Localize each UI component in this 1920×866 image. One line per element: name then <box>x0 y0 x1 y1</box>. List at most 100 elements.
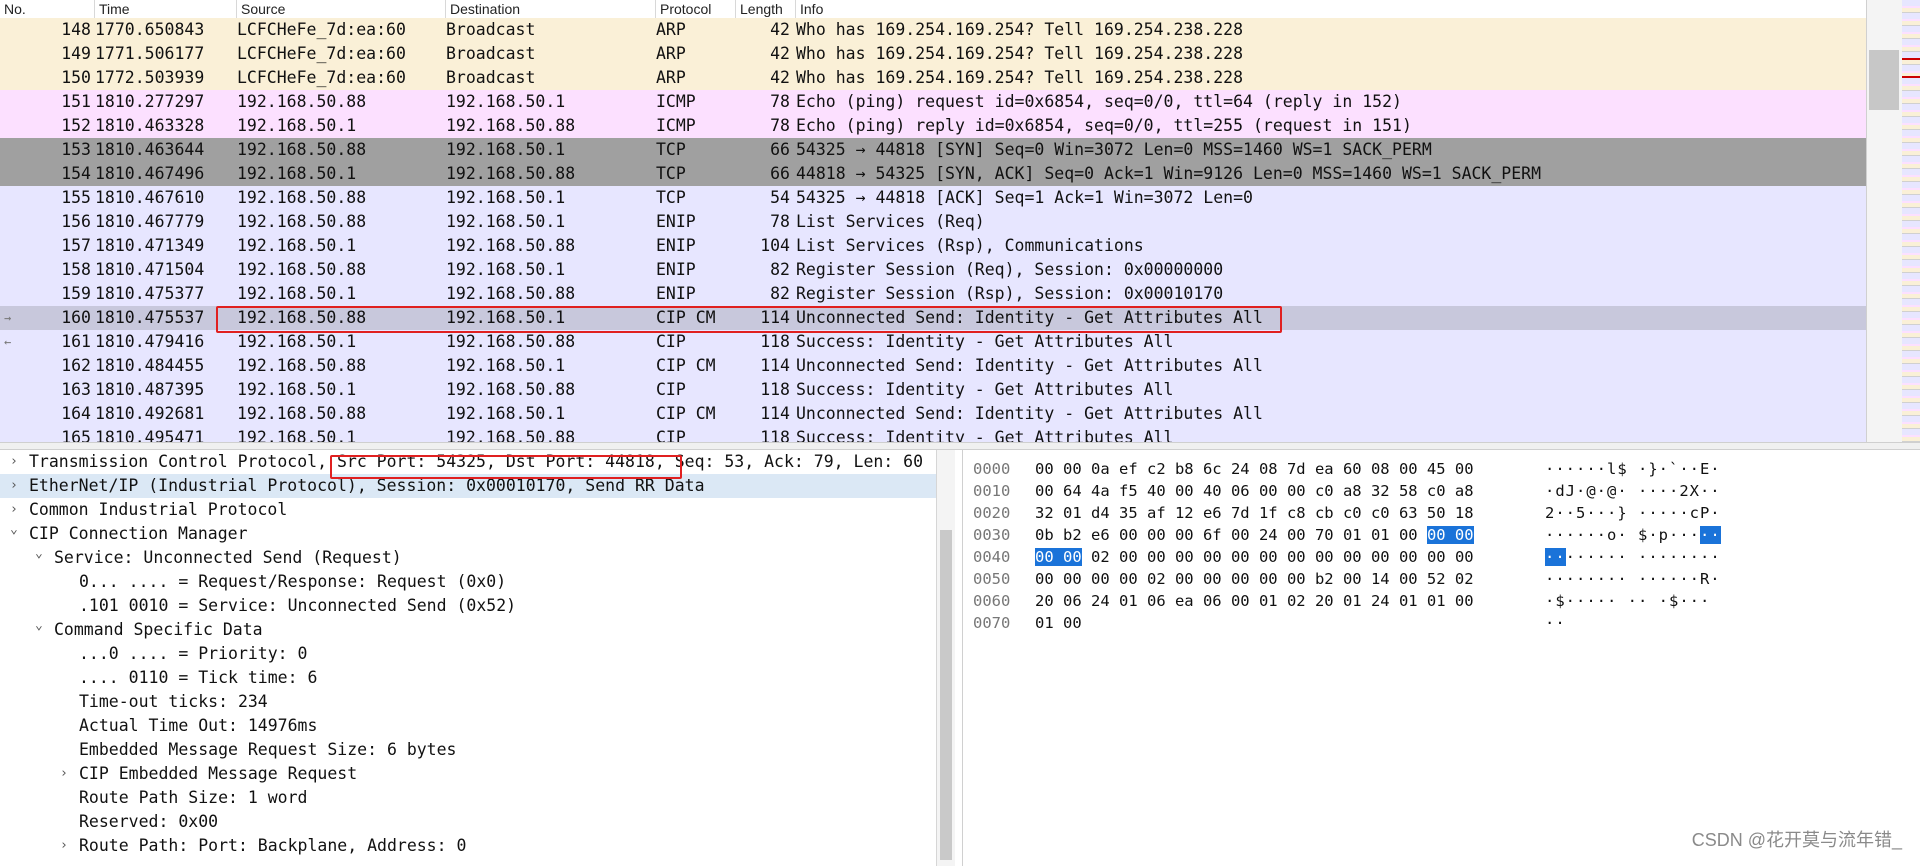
packet-row[interactable]: 152 1810.463328 192.168.50.1 192.168.50.88 I… <box>0 114 1866 138</box>
detail-row[interactable]: Embedded Message Request Size: 6 bytes <box>0 738 936 762</box>
packet-row[interactable]: 149 1771.506177 LCFCHeFe_7d:ea:60 Broadcast… <box>0 42 1866 66</box>
hex-ascii[interactable]: ·dJ·@·@· ····2X·· <box>1545 480 1721 502</box>
detail-row[interactable]: ...0 .... = Priority: 0 <box>0 642 936 666</box>
expand-arrow-icon[interactable]: ⌄ <box>35 542 43 566</box>
detail-row[interactable]: › Route Path: Port: Backplane, Address: 0 <box>0 834 936 858</box>
hex-ascii[interactable]: ······l$ ·}·`··E· <box>1545 458 1721 480</box>
detail-row[interactable]: Reserved: 0x00 <box>0 810 936 834</box>
packet-row[interactable]: 164 1810.492681 192.168.50.88 192.168.50.1 C… <box>0 402 1866 426</box>
packet-minimap[interactable] <box>1902 0 1920 442</box>
packet-row[interactable]: 157 1810.471349 192.168.50.1 192.168.50.88 E… <box>0 234 1866 258</box>
column-header-source[interactable]: Source <box>237 0 446 18</box>
hex-bytes[interactable]: 00 00 02 00 00 00 00 00 00 00 00 00 00 0… <box>1035 546 1474 568</box>
detail-text: CIP Embedded Message Request <box>79 764 358 783</box>
expand-arrow-icon[interactable]: ⌄ <box>35 614 43 638</box>
hex-selected-bytes[interactable]: 00 00 <box>1035 548 1082 566</box>
hex-ascii[interactable]: ········ ········ <box>1545 546 1721 568</box>
packet-destination: 192.168.50.1 <box>446 212 566 231</box>
hex-byte-text: 00 64 4a f5 40 00 40 06 00 00 c0 a8 32 5… <box>1035 482 1474 500</box>
scrollbar-thumb[interactable] <box>1869 50 1899 110</box>
ascii-selected[interactable]: ·· <box>1545 548 1566 566</box>
packet-list[interactable]: No. Time Source Destination Protocol Len… <box>0 0 1866 442</box>
packet-destination: 192.168.50.88 <box>446 236 576 255</box>
detail-text: Service: Unconnected Send (Request) <box>54 548 402 567</box>
detail-row[interactable]: .... 0110 = Tick time: 6 <box>0 666 936 690</box>
packet-no: 153 <box>61 140 91 159</box>
packet-bytes-pane[interactable]: 0000 00 00 0a ef c2 b8 6c 24 08 7d ea 60 … <box>962 450 1920 866</box>
packet-time: 1810.463644 <box>95 140 205 159</box>
packet-length: 54 <box>770 188 790 207</box>
hex-selected-bytes[interactable]: 00 00 <box>1426 526 1474 544</box>
column-header-no[interactable]: No. <box>0 0 95 18</box>
hex-ascii[interactable]: ······o· $·p····· <box>1545 524 1721 546</box>
packet-protocol: ARP <box>656 68 686 87</box>
detail-row[interactable]: ⌄ Command Specific Data <box>0 618 936 642</box>
packet-destination: Broadcast <box>446 20 536 39</box>
hex-bytes[interactable]: 00 00 0a ef c2 b8 6c 24 08 7d ea 60 08 0… <box>1035 458 1474 480</box>
hex-ascii[interactable]: ·· <box>1545 612 1566 634</box>
ascii-selected[interactable]: ·· <box>1699 526 1721 544</box>
collapse-arrow-icon[interactable]: › <box>10 474 18 498</box>
packet-row[interactable]: 153 1810.463644 192.168.50.88 192.168.50.1 T… <box>0 138 1866 162</box>
hex-bytes[interactable]: 00 00 00 00 02 00 00 00 00 00 b2 00 14 0… <box>1035 568 1474 590</box>
detail-row[interactable]: ⌄ CIP Connection Manager <box>0 522 936 546</box>
detail-row[interactable]: 0... .... = Request/Response: Request (0… <box>0 570 936 594</box>
packet-no: 162 <box>61 356 91 375</box>
detail-row[interactable]: Route Path Size: 1 word <box>0 786 936 810</box>
hex-ascii[interactable]: ·$····· ·· ·$··· <box>1545 590 1710 612</box>
detail-row[interactable]: ⌄ Service: Unconnected Send (Request) <box>0 546 936 570</box>
collapse-arrow-icon[interactable]: › <box>60 834 68 858</box>
packet-destination: 192.168.50.1 <box>446 260 566 279</box>
packet-row[interactable]: 165 1810.495471 192.168.50.1 192.168.50.88 C… <box>0 426 1866 442</box>
column-header-time[interactable]: Time <box>95 0 237 18</box>
packet-source: 192.168.50.1 <box>237 116 357 135</box>
detail-row[interactable]: › Common Industrial Protocol <box>0 498 936 522</box>
packet-row[interactable]: 162 1810.484455 192.168.50.88 192.168.50.1 C… <box>0 354 1866 378</box>
hex-ascii[interactable]: ········ ······R· <box>1545 568 1721 590</box>
packet-row[interactable]: 156 1810.467779 192.168.50.88 192.168.50.1 E… <box>0 210 1866 234</box>
detail-text: 0... .... = Request/Response: Request (0… <box>79 572 507 591</box>
hex-bytes[interactable]: 00 64 4a f5 40 00 40 06 00 00 c0 a8 32 5… <box>1035 480 1474 502</box>
detail-row[interactable]: .101 0010 = Service: Unconnected Send (0… <box>0 594 936 618</box>
packet-row[interactable]: 163 1810.487395 192.168.50.1 192.168.50.88 C… <box>0 378 1866 402</box>
hex-byte-text: 02 00 00 00 00 00 00 00 00 00 00 00 00 0… <box>1081 548 1474 566</box>
packet-time: 1810.475537 <box>95 308 205 327</box>
packet-no: 149 <box>61 44 91 63</box>
column-header-length[interactable]: Length <box>736 0 796 18</box>
packet-row[interactable]: 150 1772.503939 LCFCHeFe_7d:ea:60 Broadcast… <box>0 66 1866 90</box>
detail-row[interactable]: › CIP Embedded Message Request <box>0 762 936 786</box>
packet-source: LCFCHeFe_7d:ea:60 <box>237 20 406 39</box>
column-header-protocol[interactable]: Protocol <box>656 0 736 18</box>
hex-bytes[interactable]: 20 06 24 01 06 ea 06 00 01 02 20 01 24 0… <box>1035 590 1474 612</box>
scrollbar-thumb[interactable] <box>940 530 952 860</box>
hex-bytes[interactable]: 01 00 <box>1035 612 1082 634</box>
collapse-arrow-icon[interactable]: › <box>60 762 68 786</box>
hex-byte-text: 00 00 0a ef c2 b8 6c 24 08 7d ea 60 08 0… <box>1035 460 1474 478</box>
packet-length: 118 <box>760 380 790 399</box>
collapse-arrow-icon[interactable]: › <box>10 450 18 474</box>
pane-splitter[interactable] <box>0 442 1920 450</box>
packet-no: 159 <box>61 284 91 303</box>
packet-row[interactable]: 154 1810.467496 192.168.50.1 192.168.50.88 T… <box>0 162 1866 186</box>
packet-details-tree[interactable]: › Transmission Control Protocol, Src Port… <box>0 450 936 866</box>
packet-row[interactable]: 151 1810.277297 192.168.50.88 192.168.50.1 I… <box>0 90 1866 114</box>
detail-row[interactable]: Actual Time Out: 14976ms <box>0 714 936 738</box>
column-header-info[interactable]: Info <box>796 0 1866 18</box>
ascii-text: ·dJ·@·@· ····2X·· <box>1545 482 1721 500</box>
hex-bytes[interactable]: 0b b2 e6 00 00 00 6f 00 24 00 70 01 01 0… <box>1035 524 1474 546</box>
packet-row[interactable]: 159 1810.475377 192.168.50.1 192.168.50.88 E… <box>0 282 1866 306</box>
packet-list-scrollbar[interactable] <box>1866 0 1903 442</box>
hex-ascii[interactable]: 2··5···} ·····cP· <box>1545 502 1721 524</box>
detail-row[interactable]: Time-out ticks: 234 <box>0 690 936 714</box>
packet-destination: 192.168.50.88 <box>446 116 576 135</box>
packet-row[interactable]: 148 1770.650843 LCFCHeFe_7d:ea:60 Broadcast… <box>0 18 1866 42</box>
details-scrollbar[interactable] <box>936 450 955 866</box>
hex-bytes[interactable]: 32 01 d4 35 af 12 e6 7d 1f c8 cb c0 c0 6… <box>1035 502 1474 524</box>
detail-text: Common Industrial Protocol <box>29 500 288 519</box>
packet-row[interactable]: 155 1810.467610 192.168.50.88 192.168.50.1 T… <box>0 186 1866 210</box>
packet-row[interactable]: 161 1810.479416 192.168.50.1 192.168.50.88 C… <box>0 330 1866 354</box>
expand-arrow-icon[interactable]: ⌄ <box>10 518 18 542</box>
column-header-destination[interactable]: Destination <box>446 0 656 18</box>
packet-row[interactable]: 158 1810.471504 192.168.50.88 192.168.50.1 E… <box>0 258 1866 282</box>
packet-length: 114 <box>760 404 790 423</box>
